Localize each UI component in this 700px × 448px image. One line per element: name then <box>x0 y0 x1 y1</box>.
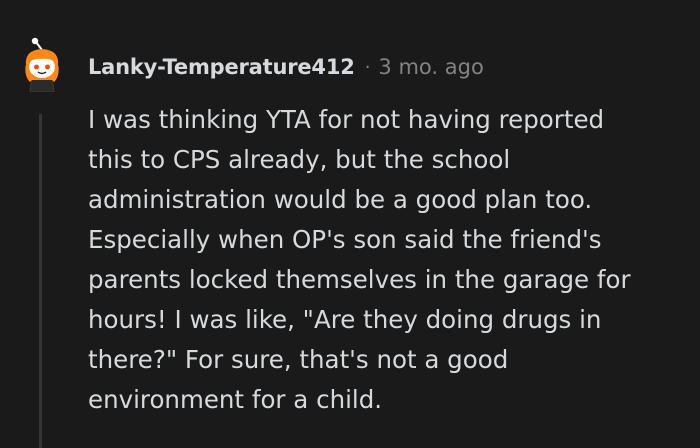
timestamp-link[interactable]: 3 mo. ago <box>378 55 483 79</box>
comment: Lanky-Temperature412 · 3 mo. ago I was t… <box>0 0 700 448</box>
comment-body-line: administration would be a good plan too. <box>88 185 593 214</box>
comment-body: I was thinking YTA for not having report… <box>88 100 688 420</box>
username-link[interactable]: Lanky-Temperature412 <box>88 55 355 79</box>
comment-body-line: parents locked themselves in the garage … <box>88 265 631 294</box>
avatar[interactable] <box>14 36 70 92</box>
comment-body-line: environment for a child. <box>88 385 383 414</box>
snoo-avatar-icon <box>25 37 59 92</box>
comment-body-line: this to CPS already, but the school <box>88 145 511 174</box>
comment-body-line: hours! I was like, "Are they doing drugs… <box>88 305 602 334</box>
comment-header: Lanky-Temperature412 · 3 mo. ago <box>88 52 484 82</box>
comment-body-line: there?" For sure, that's not a good <box>88 345 509 374</box>
thread-collapse-line[interactable] <box>39 114 42 448</box>
comment-body-line: I was thinking YTA for not having report… <box>88 105 605 134</box>
comment-body-line: Especially when OP's son said the friend… <box>88 225 602 254</box>
meta-separator: · <box>364 56 371 78</box>
